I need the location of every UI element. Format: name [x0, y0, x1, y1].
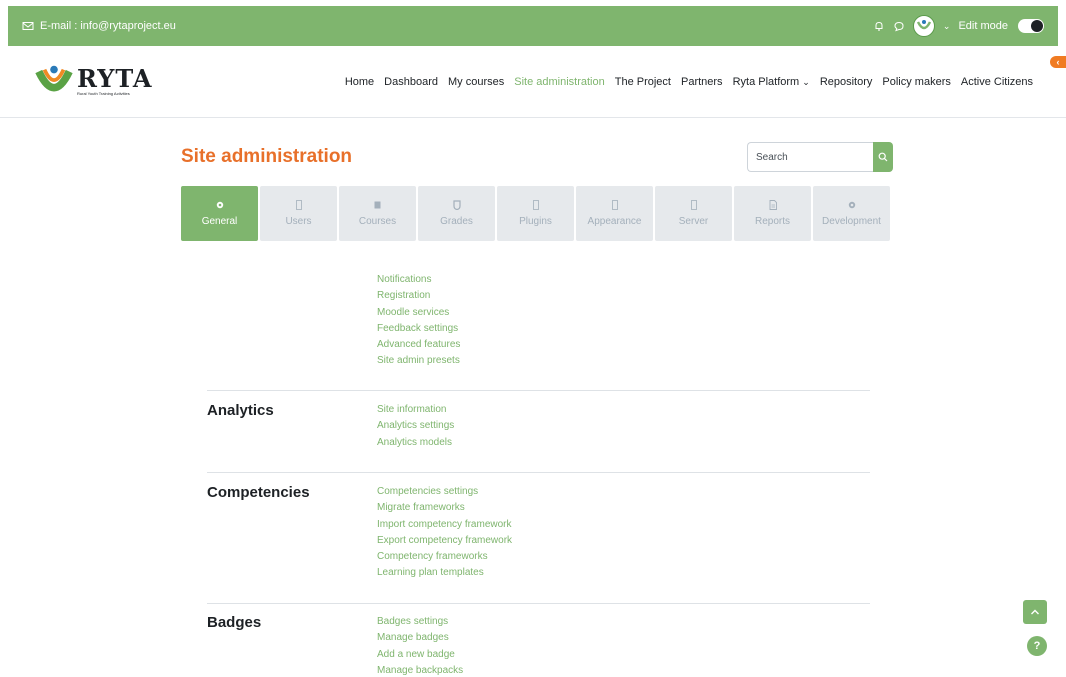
development-gear-icon [848, 201, 855, 209]
plugins-icon [532, 200, 539, 210]
link-site-admin-presets[interactable]: Site admin presets [377, 353, 460, 369]
users-icon [295, 200, 302, 210]
link-migrate-frameworks[interactable]: Migrate frameworks [377, 500, 512, 516]
search-button[interactable] [873, 142, 893, 172]
nav-home[interactable]: Home [345, 76, 374, 88]
link-competency-frameworks[interactable]: Competency frameworks [377, 549, 512, 565]
link-export-competency-framework[interactable]: Export competency framework [377, 533, 512, 549]
edit-mode-label: Edit mode [958, 20, 1008, 32]
tab-appearance-label: Appearance [587, 216, 642, 227]
tab-appearance[interactable]: Appearance [576, 186, 653, 241]
link-import-competency-framework[interactable]: Import competency framework [377, 517, 512, 533]
link-analytics-settings[interactable]: Analytics settings [377, 418, 454, 434]
contact-email-label: E-mail : info@rytaproject.eu [40, 20, 176, 32]
tab-development-label: Development [822, 216, 881, 227]
drawer-toggle-chevron-icon[interactable]: ‹ [1050, 56, 1066, 68]
link-site-information[interactable]: Site information [377, 402, 454, 418]
nav-my-courses[interactable]: My courses [448, 76, 504, 88]
tab-courses-label: Courses [358, 216, 397, 227]
tab-courses[interactable]: Courses [339, 186, 416, 241]
nav-policy-makers[interactable]: Policy makers [882, 76, 950, 88]
link-moodle-services[interactable]: Moodle services [377, 305, 460, 321]
nav-the-project[interactable]: The Project [615, 76, 671, 88]
link-advanced-features[interactable]: Advanced features [377, 337, 460, 353]
tab-plugins[interactable]: Plugins [497, 186, 574, 241]
nav-partners[interactable]: Partners [681, 76, 723, 88]
search-input[interactable] [747, 142, 873, 172]
grades-icon [452, 200, 461, 210]
avatar-logo-icon [916, 20, 932, 30]
reports-icon [769, 200, 777, 210]
divider [207, 390, 870, 391]
tab-plugins-label: Plugins [519, 216, 552, 227]
user-avatar[interactable] [912, 15, 935, 37]
section-heading-analytics: Analytics [207, 402, 274, 419]
nav-ryta-platform[interactable]: Ryta Platform ⌄ [733, 76, 810, 88]
chevron-up-icon [1031, 609, 1039, 615]
top-bar: E-mail : info@rytaproject.eu ⌄ Edit mode [8, 6, 1058, 46]
bell-icon[interactable] [873, 20, 885, 32]
chevron-down-icon: ⌄ [802, 77, 810, 87]
link-learning-plan-templates[interactable]: Learning plan templates [377, 565, 512, 581]
tab-server-label: Server [678, 216, 709, 227]
search-icon [878, 152, 888, 162]
tab-general[interactable]: General [181, 186, 258, 241]
link-add-new-badge[interactable]: Add a new badge [377, 647, 463, 663]
general-links: Notifications Registration Moodle servic… [377, 272, 460, 370]
divider [207, 603, 870, 604]
nav-active-citizens[interactable]: Active Citizens [961, 76, 1033, 88]
nav-dashboard[interactable]: Dashboard [384, 76, 438, 88]
nav-site-administration[interactable]: Site administration [514, 76, 605, 88]
gear-icon [216, 201, 223, 209]
chat-icon[interactable] [893, 20, 905, 32]
tab-development[interactable]: Development [813, 186, 890, 241]
server-icon [690, 200, 697, 210]
link-manage-backpacks[interactable]: Manage backpacks [377, 663, 463, 677]
link-registration[interactable]: Registration [377, 288, 460, 304]
tab-grades-label: Grades [440, 216, 473, 227]
nav-repository[interactable]: Repository [820, 76, 873, 88]
link-notifications[interactable]: Notifications [377, 272, 460, 288]
logo-word: RYTA [77, 63, 153, 93]
main-nav: Home Dashboard My courses Site administr… [345, 76, 1033, 88]
divider [207, 472, 870, 473]
badges-links: Badges settings Manage badges Add a new … [377, 614, 463, 677]
section-heading-competencies: Competencies [207, 484, 310, 501]
admin-tabs: General Users Courses Grades Plugins App… [181, 186, 890, 241]
site-logo[interactable]: RYTA Rural Youth Training Activities [35, 62, 153, 100]
competencies-links: Competencies settings Migrate frameworks… [377, 484, 512, 582]
user-menu-chevron-icon[interactable]: ⌄ [943, 21, 951, 32]
link-badges-settings[interactable]: Badges settings [377, 614, 463, 630]
help-button[interactable]: ? [1027, 636, 1047, 656]
section-heading-badges: Badges [207, 614, 262, 631]
admin-search [747, 142, 893, 172]
contact-email[interactable]: E-mail : info@rytaproject.eu [22, 20, 176, 32]
tab-reports[interactable]: Reports [734, 186, 811, 241]
site-header: RYTA Rural Youth Training Activities Hom… [0, 46, 1066, 118]
tab-server[interactable]: Server [655, 186, 732, 241]
courses-icon [374, 201, 380, 209]
link-feedback-settings[interactable]: Feedback settings [377, 321, 460, 337]
nav-ryta-platform-label: Ryta Platform [732, 76, 800, 88]
tab-grades[interactable]: Grades [418, 186, 495, 241]
logo-tagline: Rural Youth Training Activities [77, 90, 130, 96]
tab-reports-label: Reports [754, 216, 790, 227]
link-analytics-models[interactable]: Analytics models [377, 435, 454, 451]
page-title: Site administration [181, 146, 353, 167]
tab-general-label: General [201, 216, 238, 227]
link-manage-badges[interactable]: Manage badges [377, 630, 463, 646]
tab-users-label: Users [285, 216, 312, 227]
mail-icon [22, 22, 34, 30]
tab-users[interactable]: Users [260, 186, 337, 241]
analytics-links: Site information Analytics settings Anal… [377, 402, 454, 451]
ryta-logo-icon [35, 65, 73, 92]
link-competencies-settings[interactable]: Competencies settings [377, 484, 512, 500]
appearance-icon [611, 200, 618, 210]
edit-mode-toggle[interactable] [1018, 19, 1044, 33]
back-to-top-button[interactable] [1023, 600, 1047, 624]
